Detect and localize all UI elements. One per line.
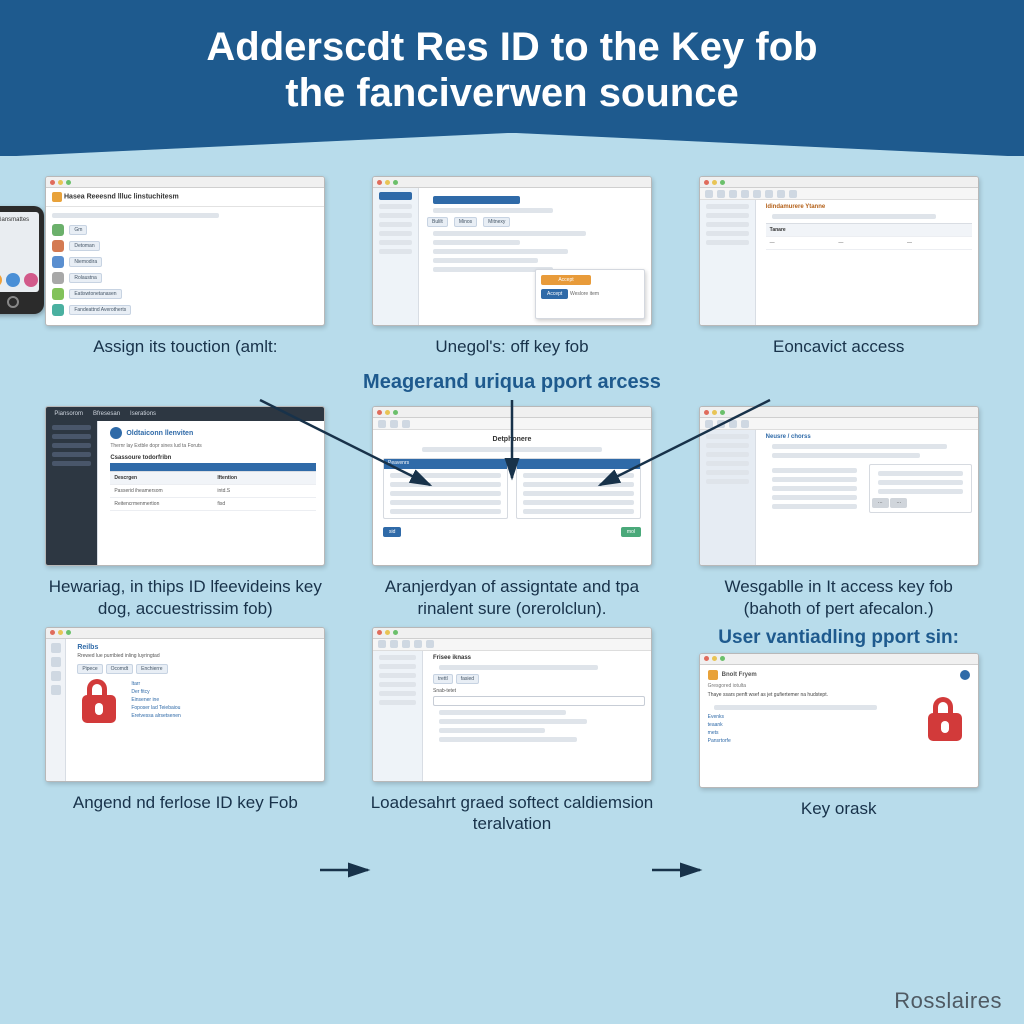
page-title: Adderscdt Res ID to the Key fob the fanc… — [20, 24, 1004, 116]
home-button-icon — [7, 296, 19, 308]
step-9-caption: Key orask — [801, 798, 877, 819]
lock-icon — [77, 679, 121, 723]
step-4-caption: Hewariag, in thips ID lfeevideins key do… — [40, 576, 330, 619]
action-button-1[interactable]: sid — [383, 527, 401, 537]
step-6: Neusre / chorss ··· ··· Wesgablle in It … — [689, 406, 988, 619]
step-2-caption: Unegol's: off key fob — [435, 336, 588, 357]
device-label: Gansmattes — [0, 217, 29, 223]
step-7: Reilbs Rrewed lue purribied inling luyri… — [36, 627, 335, 835]
step-8-caption: Loadesahrt graed softect caldiemsion ter… — [367, 792, 657, 835]
step-1: Gansmattes Hasea Reeesnd llluc linstuchi… — [36, 176, 335, 357]
step-4-screenshot: Piansorom Bfresesan Iserations Oldtaicon… — [45, 406, 325, 566]
brand-watermark: Rosslaires — [894, 988, 1002, 1014]
step-3: ldindamurere Ytanne Tanare ——— Eoncavict… — [689, 176, 988, 357]
step-8-screenshot: Frisee iknass trettl fasied Snab-tetet — [372, 627, 652, 782]
step-5-caption: Aranjerdyan of assigntate and tpa rinale… — [367, 576, 657, 619]
step-4: Piansorom Bfresesan Iserations Oldtaicon… — [36, 406, 335, 619]
middle-section-title: Meagerand uriqua pport arcess — [363, 371, 662, 394]
step-3-screenshot: ldindamurere Ytanne Tanare ——— — [699, 176, 979, 326]
step-2: Bulilt Minos Mitnexy Accept Accept Weslo… — [363, 176, 662, 357]
step-5: Detphonere Peavenrs sid mol — [363, 406, 662, 619]
step-5-screenshot: Detphonere Peavenrs sid mol — [372, 406, 652, 566]
step-7-screenshot: Reilbs Rrewed lue purribied inling luyri… — [45, 627, 325, 782]
form-button[interactable]: ··· — [872, 498, 889, 508]
window-title: Hasea Reeesnd llluc linstuchitesm — [64, 194, 179, 201]
step-2-screenshot: Bulilt Minos Mitnexy Accept Accept Weslo… — [372, 176, 652, 326]
step-8: Frisee iknass trettl fasied Snab-tetet L… — [363, 627, 662, 835]
step-3-caption: Eoncavict access — [773, 336, 904, 357]
step-9-label: User vantiadling pport sin: — [718, 627, 959, 649]
form-button-2[interactable]: ··· — [890, 498, 907, 508]
keyfob-device: Gansmattes — [0, 206, 44, 314]
device-icons — [0, 273, 38, 287]
title-line-1: Adderscdt Res ID to the Key fob — [206, 25, 817, 69]
step-7-caption: Angend nd ferlose ID key Fob — [73, 792, 298, 813]
step-6-caption: Wesgablle in It access key fob (bahoth o… — [694, 576, 984, 619]
popup-confirm-button[interactable]: Accept — [541, 289, 568, 299]
step-9-screenshot: Bnolt Fryem Gresgored iotulta Thaye ssar… — [699, 653, 979, 788]
popup-primary-button[interactable]: Accept — [541, 275, 591, 285]
step-6-screenshot: Neusre / chorss ··· ··· — [699, 406, 979, 566]
page-header: Adderscdt Res ID to the Key fob the fanc… — [0, 0, 1024, 156]
step-1-screenshot: Hasea Reeesnd llluc linstuchitesm Gm Det… — [45, 176, 325, 326]
action-button-2[interactable]: mol — [621, 527, 641, 537]
step-1-caption: Assign its touction (amlt: — [93, 336, 277, 357]
title-line-2: the fanciverwen sounce — [285, 71, 738, 115]
panel-title: ldindamurere Ytanne — [766, 204, 972, 210]
steps-grid: Gansmattes Hasea Reeesnd llluc linstuchi… — [0, 156, 1024, 844]
lock-icon — [923, 697, 967, 741]
info-icon — [960, 670, 970, 680]
step-9: User vantiadling pport sin: Bnolt Fryem … — [689, 627, 988, 835]
